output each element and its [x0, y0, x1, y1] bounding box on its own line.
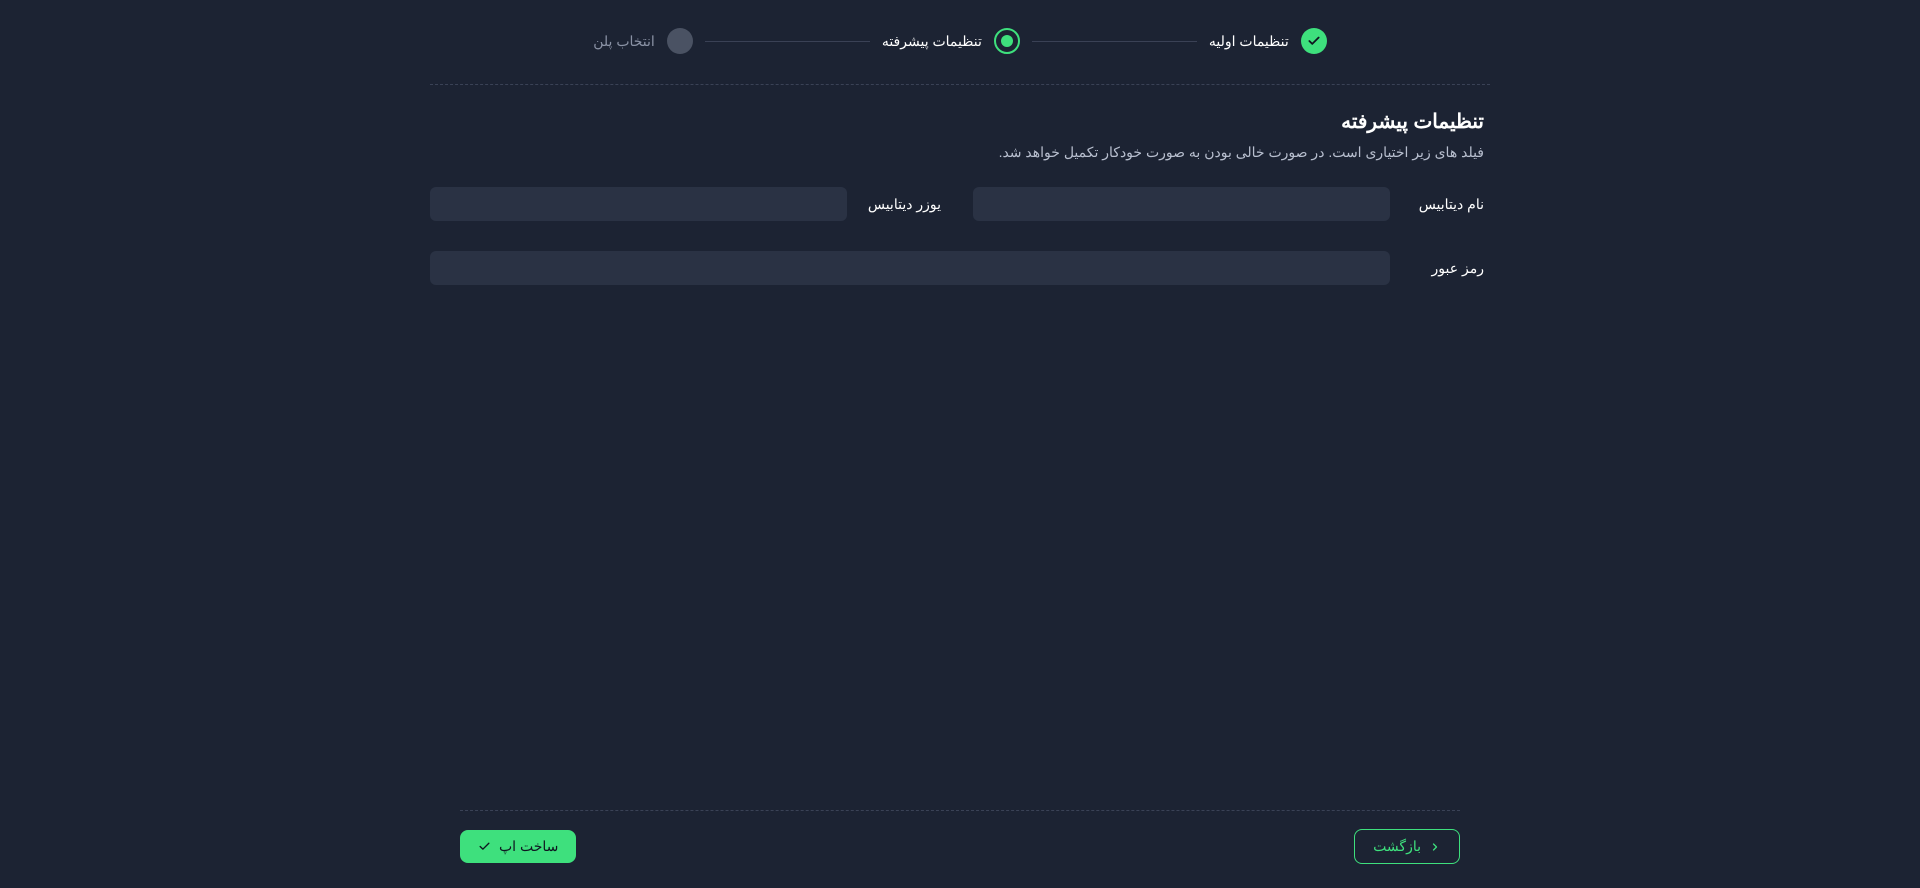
form-row: نام دیتابیس یوزر دیتابیس [430, 187, 1484, 221]
footer-buttons: بازگشت ساخت اپ [460, 829, 1460, 864]
step-advanced-settings: تنظیمات پیشرفته [882, 28, 1020, 54]
page-subtitle: فیلد های زیر اختیاری است. در صورت خالی ب… [430, 144, 1484, 161]
db-name-input[interactable] [973, 187, 1390, 221]
chevron-right-icon [1429, 841, 1441, 853]
check-icon [478, 840, 491, 853]
step-label: انتخاب پلن [593, 33, 655, 50]
step-connector [1032, 41, 1197, 42]
back-button[interactable]: بازگشت [1354, 829, 1460, 864]
active-step-icon [994, 28, 1020, 54]
pending-step-icon [667, 28, 693, 54]
step-plan-selection: انتخاب پلن [593, 28, 693, 54]
footer: بازگشت ساخت اپ [460, 810, 1460, 864]
step-label: تنظیمات پیشرفته [882, 33, 982, 50]
page-title: تنظیمات پیشرفته [430, 109, 1484, 134]
db-user-input[interactable] [430, 187, 847, 221]
submit-button[interactable]: ساخت اپ [460, 830, 576, 863]
form-group-db-user: یوزر دیتابیس [430, 187, 941, 221]
form-group-db-name: نام دیتابیس [973, 187, 1484, 221]
check-icon [1301, 28, 1327, 54]
step-label: تنظیمات اولیه [1209, 33, 1289, 50]
form-row: رمز عبور [430, 251, 1484, 285]
step-initial-settings: تنظیمات اولیه [1209, 28, 1327, 54]
step-connector [705, 41, 870, 42]
password-input[interactable] [430, 251, 1390, 285]
form-group-password: رمز عبور [430, 251, 1484, 285]
content-area: تنظیمات پیشرفته فیلد های زیر اختیاری است… [430, 85, 1490, 285]
db-name-label: نام دیتابیس [1410, 196, 1484, 213]
db-user-label: یوزر دیتابیس [867, 196, 941, 213]
password-label: رمز عبور [1410, 260, 1484, 277]
stepper: تنظیمات اولیه تنظیمات پیشرفته انتخاب پلن [430, 28, 1490, 54]
footer-divider [460, 810, 1460, 811]
submit-button-label: ساخت اپ [499, 838, 558, 855]
back-button-label: بازگشت [1373, 838, 1421, 855]
